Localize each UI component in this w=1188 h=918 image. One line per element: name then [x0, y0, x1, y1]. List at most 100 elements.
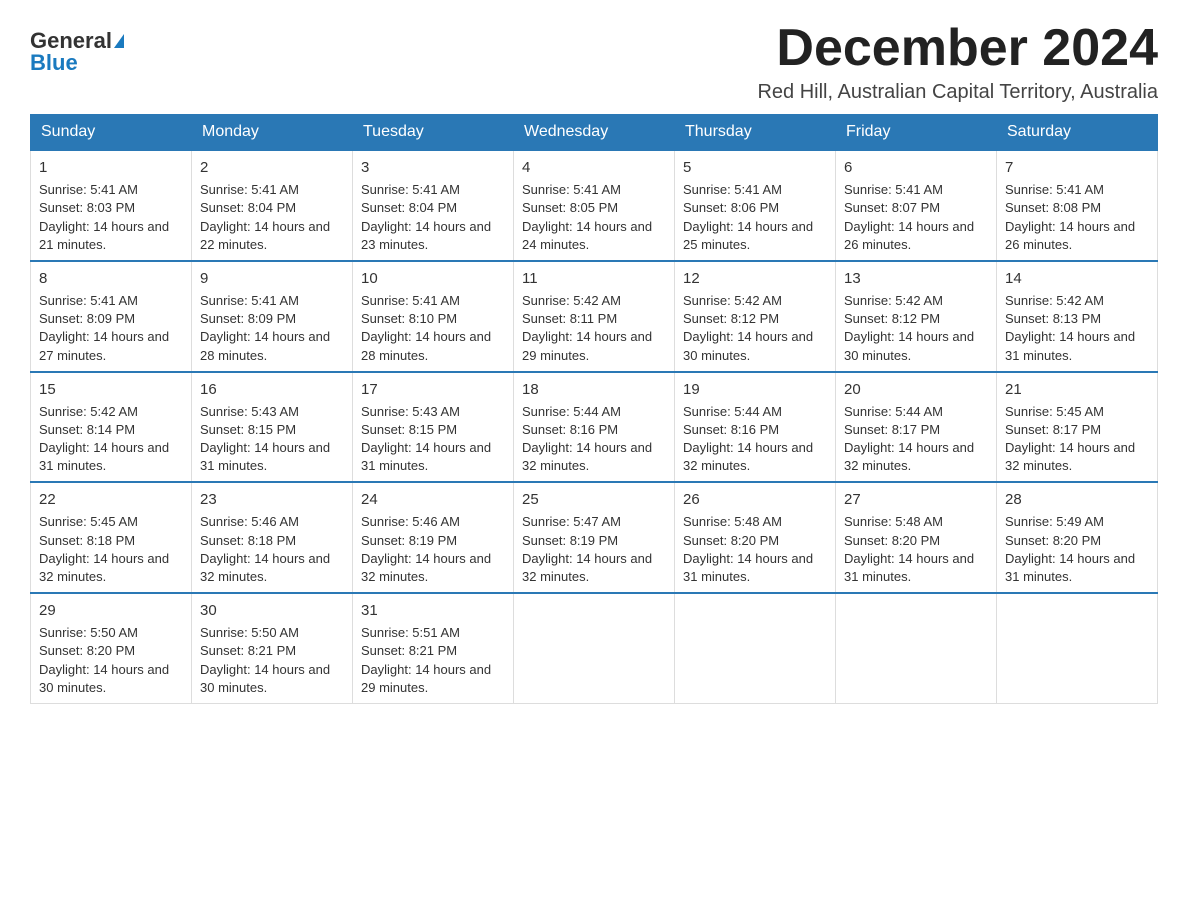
sunset-label: Sunset: 8:20 PM [1005, 533, 1101, 548]
calendar-cell: 26 Sunrise: 5:48 AM Sunset: 8:20 PM Dayl… [675, 482, 836, 593]
sunrise-label: Sunrise: 5:42 AM [844, 293, 943, 308]
day-number: 23 [200, 489, 344, 510]
day-number: 8 [39, 268, 183, 289]
sunset-label: Sunset: 8:15 PM [361, 422, 457, 437]
calendar-cell [514, 593, 675, 703]
sunset-label: Sunset: 8:20 PM [683, 533, 779, 548]
col-header-saturday: Saturday [997, 115, 1158, 151]
day-number: 4 [522, 157, 666, 178]
daylight-label: Daylight: 14 hours and 26 minutes. [844, 219, 974, 252]
day-number: 24 [361, 489, 505, 510]
daylight-label: Daylight: 14 hours and 31 minutes. [844, 551, 974, 584]
day-number: 31 [361, 600, 505, 621]
daylight-label: Daylight: 14 hours and 32 minutes. [522, 440, 652, 473]
month-title: December 2024 [757, 20, 1158, 77]
sunrise-label: Sunrise: 5:42 AM [1005, 293, 1104, 308]
calendar-cell: 14 Sunrise: 5:42 AM Sunset: 8:13 PM Dayl… [997, 261, 1158, 372]
logo-blue-text: Blue [30, 52, 78, 74]
col-header-thursday: Thursday [675, 115, 836, 151]
day-number: 15 [39, 379, 183, 400]
daylight-label: Daylight: 14 hours and 27 minutes. [39, 329, 169, 362]
daylight-label: Daylight: 14 hours and 30 minutes. [39, 662, 169, 695]
calendar-cell: 8 Sunrise: 5:41 AM Sunset: 8:09 PM Dayli… [31, 261, 192, 372]
sunset-label: Sunset: 8:03 PM [39, 200, 135, 215]
calendar-cell: 7 Sunrise: 5:41 AM Sunset: 8:08 PM Dayli… [997, 150, 1158, 261]
daylight-label: Daylight: 14 hours and 32 minutes. [522, 551, 652, 584]
sunrise-label: Sunrise: 5:44 AM [522, 404, 621, 419]
calendar-cell: 18 Sunrise: 5:44 AM Sunset: 8:16 PM Dayl… [514, 372, 675, 483]
logo: General Blue [30, 20, 124, 74]
sunrise-label: Sunrise: 5:41 AM [39, 182, 138, 197]
calendar-cell: 28 Sunrise: 5:49 AM Sunset: 8:20 PM Dayl… [997, 482, 1158, 593]
calendar-cell: 2 Sunrise: 5:41 AM Sunset: 8:04 PM Dayli… [192, 150, 353, 261]
daylight-label: Daylight: 14 hours and 28 minutes. [361, 329, 491, 362]
day-number: 9 [200, 268, 344, 289]
day-number: 13 [844, 268, 988, 289]
sunset-label: Sunset: 8:17 PM [1005, 422, 1101, 437]
daylight-label: Daylight: 14 hours and 23 minutes. [361, 219, 491, 252]
col-header-friday: Friday [836, 115, 997, 151]
day-number: 21 [1005, 379, 1149, 400]
daylight-label: Daylight: 14 hours and 24 minutes. [522, 219, 652, 252]
sunrise-label: Sunrise: 5:44 AM [844, 404, 943, 419]
location-title: Red Hill, Australian Capital Territory, … [757, 81, 1158, 104]
calendar-cell [836, 593, 997, 703]
daylight-label: Daylight: 14 hours and 21 minutes. [39, 219, 169, 252]
calendar-cell: 30 Sunrise: 5:50 AM Sunset: 8:21 PM Dayl… [192, 593, 353, 703]
day-number: 29 [39, 600, 183, 621]
calendar-cell: 17 Sunrise: 5:43 AM Sunset: 8:15 PM Dayl… [353, 372, 514, 483]
sunrise-label: Sunrise: 5:50 AM [39, 625, 138, 640]
logo-general-text: General [30, 30, 112, 52]
sunset-label: Sunset: 8:12 PM [844, 311, 940, 326]
sunset-label: Sunset: 8:09 PM [200, 311, 296, 326]
daylight-label: Daylight: 14 hours and 32 minutes. [683, 440, 813, 473]
day-number: 26 [683, 489, 827, 510]
daylight-label: Daylight: 14 hours and 32 minutes. [39, 551, 169, 584]
calendar-cell: 5 Sunrise: 5:41 AM Sunset: 8:06 PM Dayli… [675, 150, 836, 261]
day-number: 5 [683, 157, 827, 178]
day-number: 3 [361, 157, 505, 178]
calendar-cell: 15 Sunrise: 5:42 AM Sunset: 8:14 PM Dayl… [31, 372, 192, 483]
sunrise-label: Sunrise: 5:41 AM [361, 293, 460, 308]
calendar-cell: 9 Sunrise: 5:41 AM Sunset: 8:09 PM Dayli… [192, 261, 353, 372]
day-number: 10 [361, 268, 505, 289]
sunset-label: Sunset: 8:16 PM [683, 422, 779, 437]
calendar-cell [997, 593, 1158, 703]
sunset-label: Sunset: 8:12 PM [683, 311, 779, 326]
sunset-label: Sunset: 8:11 PM [522, 311, 617, 326]
calendar-cell: 20 Sunrise: 5:44 AM Sunset: 8:17 PM Dayl… [836, 372, 997, 483]
daylight-label: Daylight: 14 hours and 31 minutes. [39, 440, 169, 473]
calendar-cell: 16 Sunrise: 5:43 AM Sunset: 8:15 PM Dayl… [192, 372, 353, 483]
sunrise-label: Sunrise: 5:48 AM [683, 514, 782, 529]
sunrise-label: Sunrise: 5:49 AM [1005, 514, 1104, 529]
sunrise-label: Sunrise: 5:42 AM [522, 293, 621, 308]
calendar-cell: 21 Sunrise: 5:45 AM Sunset: 8:17 PM Dayl… [997, 372, 1158, 483]
daylight-label: Daylight: 14 hours and 29 minutes. [361, 662, 491, 695]
daylight-label: Daylight: 14 hours and 25 minutes. [683, 219, 813, 252]
sunset-label: Sunset: 8:17 PM [844, 422, 940, 437]
col-header-monday: Monday [192, 115, 353, 151]
sunrise-label: Sunrise: 5:42 AM [39, 404, 138, 419]
daylight-label: Daylight: 14 hours and 31 minutes. [683, 551, 813, 584]
sunrise-label: Sunrise: 5:51 AM [361, 625, 460, 640]
day-number: 17 [361, 379, 505, 400]
daylight-label: Daylight: 14 hours and 29 minutes. [522, 329, 652, 362]
daylight-label: Daylight: 14 hours and 32 minutes. [844, 440, 974, 473]
day-number: 18 [522, 379, 666, 400]
sunrise-label: Sunrise: 5:45 AM [39, 514, 138, 529]
sunset-label: Sunset: 8:08 PM [1005, 200, 1101, 215]
day-number: 30 [200, 600, 344, 621]
daylight-label: Daylight: 14 hours and 32 minutes. [361, 551, 491, 584]
sunset-label: Sunset: 8:04 PM [200, 200, 296, 215]
sunset-label: Sunset: 8:16 PM [522, 422, 618, 437]
day-number: 28 [1005, 489, 1149, 510]
logo-triangle-icon [114, 34, 124, 48]
calendar-cell: 6 Sunrise: 5:41 AM Sunset: 8:07 PM Dayli… [836, 150, 997, 261]
sunrise-label: Sunrise: 5:41 AM [522, 182, 621, 197]
calendar-cell [675, 593, 836, 703]
sunrise-label: Sunrise: 5:47 AM [522, 514, 621, 529]
calendar-header-row: SundayMondayTuesdayWednesdayThursdayFrid… [31, 115, 1158, 151]
sunset-label: Sunset: 8:20 PM [844, 533, 940, 548]
sunset-label: Sunset: 8:10 PM [361, 311, 457, 326]
sunrise-label: Sunrise: 5:42 AM [683, 293, 782, 308]
